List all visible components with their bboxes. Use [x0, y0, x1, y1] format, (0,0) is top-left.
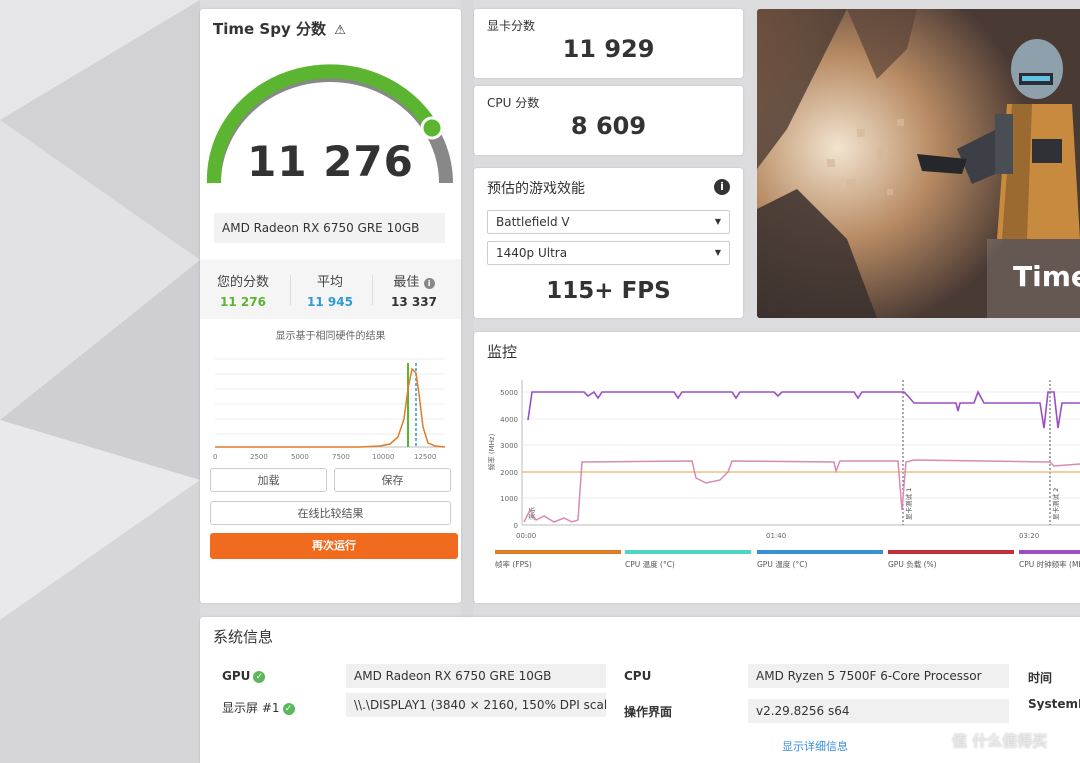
gpu-name-box: AMD Radeon RX 6750 GRE 10GB: [214, 213, 445, 243]
hist-tick-label: 7500: [332, 453, 350, 461]
score-title-text: Time Spy 分数: [213, 20, 326, 38]
game-performance-title: 预估的游戏效能: [487, 181, 585, 197]
system-info-card: 系统信息 GPU ✓ AMD Radeon RX 6750 GRE 10GB 显示…: [200, 617, 1080, 763]
warning-icon[interactable]: ⚠: [334, 23, 346, 38]
y-tick-label: 3000: [500, 442, 518, 450]
your-score-stat: 您的分数 11 276: [200, 271, 286, 309]
cpu-value: AMD Ryzen 5 7500F 6-Core Processor: [748, 664, 1009, 688]
y-tick-label: 0: [514, 522, 518, 530]
info-icon[interactable]: i: [423, 278, 435, 289]
legend-fps[interactable]: 帧率 (FPS): [495, 550, 621, 570]
score-comparison: 您的分数 11 276 平均 11 945 最佳 i 13 337: [200, 259, 461, 319]
average-stat: 平均 11 945: [287, 271, 373, 309]
hist-tick-label: 0: [213, 453, 217, 461]
legend-gpu-load[interactable]: GPU 负载 (%): [888, 550, 1014, 570]
legend-cpu-clock[interactable]: CPU 时钟频率 (MHz): [1019, 550, 1080, 570]
load-button[interactable]: 加载: [210, 468, 327, 492]
gpu-score-card: 显卡分数 11 929: [474, 9, 743, 78]
hist-tick-label: 10000: [372, 453, 394, 461]
legend-gpu-temp[interactable]: GPU 温度 (°C): [757, 550, 883, 570]
banner-title: Time: [1013, 260, 1080, 293]
score-card-title: Time Spy 分数 ⚠: [213, 18, 346, 39]
average-value: 11 945: [307, 295, 353, 309]
y-tick-label: 4000: [500, 416, 518, 424]
cpu-score-label: CPU 分数: [487, 96, 540, 110]
system-info-title: 系统信息: [213, 628, 274, 646]
systeminfo-label: SystemIn: [1028, 697, 1080, 711]
watermark: 值 什么值得买: [952, 732, 1048, 750]
best-label: 最佳: [393, 275, 420, 290]
legend-label: GPU 负载 (%): [888, 560, 937, 569]
histogram-title: 显示基于相同硬件的结果: [275, 331, 386, 342]
overall-score: 11 276: [247, 137, 414, 186]
resolution-select[interactable]: 1440p Ultra ▼: [487, 241, 730, 265]
display-value: \\.\DISPLAY1 (3840 × 2160, 150% DPI scal…: [346, 693, 606, 717]
resolution-select-value: 1440p Ultra: [496, 246, 568, 260]
gpu-clock-line: [523, 459, 1080, 523]
y-tick-label: 2000: [500, 469, 518, 477]
marker-label-gpu-test-1: 显卡测试 1: [904, 488, 913, 520]
x-tick-label: 00:00: [516, 532, 536, 540]
game-select[interactable]: Battlefield V ▼: [487, 210, 730, 234]
y-tick-label: 5000: [500, 389, 518, 397]
compare-online-button[interactable]: 在线比较结果: [210, 501, 451, 525]
cpu-score-card: CPU 分数 8 609: [474, 86, 743, 155]
x-tick-label: 01:40: [766, 532, 786, 540]
game-select-value: Battlefield V: [496, 215, 570, 229]
score-histogram: 0 2500 5000 7500 10000 12500: [213, 358, 446, 461]
x-tick-label: 03:20: [1019, 532, 1039, 540]
your-score-label: 您的分数: [216, 275, 269, 290]
show-details-link[interactable]: 显示详细信息: [782, 738, 848, 754]
hist-tick-label: 12500: [414, 453, 436, 461]
legend-label: CPU 温度 (°C): [625, 560, 675, 569]
time-spy-banner: Time: [757, 9, 1080, 318]
hist-tick-label: 5000: [291, 453, 309, 461]
info-icon[interactable]: i: [714, 179, 730, 195]
cpu-clock-line: [527, 390, 1080, 429]
caret-down-icon: ▼: [714, 248, 721, 257]
estimated-fps: 115+ FPS: [546, 278, 671, 304]
score-card: Time Spy 分数 ⚠ 11 276 AMD Radeon RX 6750 …: [200, 9, 461, 603]
gpu-score-label: 显卡分数: [487, 19, 536, 33]
gpu-label: GPU: [222, 669, 251, 683]
ui-version-label: 操作界面: [624, 705, 673, 719]
save-button[interactable]: 保存: [334, 468, 451, 492]
legend-cpu-temp[interactable]: CPU 温度 (°C): [625, 550, 751, 570]
legend-label: GPU 温度 (°C): [757, 560, 808, 569]
y-axis-label: 频率 (MHz): [487, 433, 496, 470]
legend-label: CPU 时钟频率 (MHz): [1019, 560, 1080, 569]
caret-down-icon: ▼: [714, 217, 721, 226]
ui-version-value: v2.29.8256 s64: [748, 699, 1009, 723]
game-performance-card: 预估的游戏效能 i Battlefield V ▼ 1440p Ultra ▼ …: [474, 168, 743, 318]
gpu-value: AMD Radeon RX 6750 GRE 10GB: [346, 664, 606, 688]
gauge-marker: [420, 116, 444, 140]
best-stat: 最佳 i 13 337: [371, 271, 457, 309]
display-label: 显示屏 #1: [222, 701, 280, 715]
time-label: 时间: [1028, 671, 1053, 685]
hist-tick-label: 2500: [250, 453, 268, 461]
check-icon: ✓: [253, 670, 266, 683]
gpu-score-value: 11 929: [562, 35, 655, 63]
cpu-score-value: 8 609: [570, 112, 647, 140]
average-label: 平均: [316, 275, 343, 290]
run-again-button[interactable]: 再次运行: [210, 533, 458, 559]
histogram-curve: [215, 367, 446, 448]
display-label-row: 显示屏 #1 ✓: [222, 699, 295, 716]
check-icon: ✓: [282, 702, 295, 715]
y-tick-label: 1000: [500, 495, 518, 503]
best-value: 13 337: [391, 295, 437, 309]
your-score-value: 11 276: [220, 295, 266, 309]
gpu-label-row: GPU ✓: [222, 669, 266, 683]
legend-label: 帧率 (FPS): [495, 560, 532, 569]
marker-label-gpu-test-2: 显卡测试 2: [1051, 488, 1060, 520]
cpu-label: CPU: [624, 669, 652, 683]
monitoring-card: 监控 5000 4000 3000 2000 1000 0 频率 (MHz) 0…: [474, 332, 1080, 603]
